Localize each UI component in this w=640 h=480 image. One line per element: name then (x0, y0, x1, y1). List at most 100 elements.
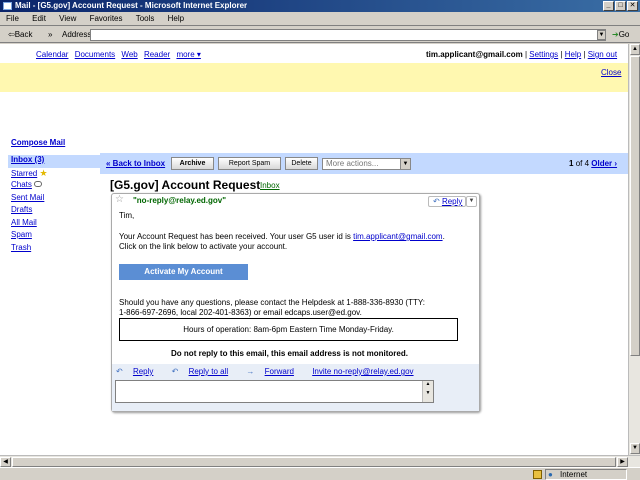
compose-mail-link[interactable]: Compose Mail (11, 138, 65, 147)
scroll-left-icon[interactable]: ◀ (0, 457, 11, 467)
scroll-down-icon[interactable]: ▼ (630, 443, 640, 454)
pager-total: of 4 (575, 159, 590, 168)
inbox-label-tag[interactable]: Inbox (260, 181, 280, 190)
sidebar-item-chats[interactable]: Chats (8, 180, 100, 193)
menu-view[interactable]: View (53, 12, 81, 23)
nav-calendar[interactable]: Calendar (36, 50, 68, 59)
quick-reply-scrollbar[interactable]: ▲ ▼ (422, 381, 433, 402)
quick-reply-textarea[interactable] (115, 380, 434, 403)
sidebar-item-trash[interactable]: Trash (8, 243, 100, 256)
maximize-button[interactable]: □ (615, 1, 626, 11)
lock-icon (533, 470, 542, 479)
reply-label: Reply (441, 197, 463, 206)
user-id-link[interactable]: tim.applicant@gmail.com (353, 232, 442, 241)
vertical-scroll-thumb[interactable] (630, 56, 640, 356)
menu-tools[interactable]: Tools (130, 12, 160, 23)
footer-reply[interactable]: ↶ Reply (116, 367, 161, 376)
chevron-down-icon: ▼ (468, 198, 475, 204)
archive-button[interactable]: Archive (171, 157, 214, 170)
invite-sender-link[interactable]: Invite no-reply@relay.ed.gov (312, 367, 413, 376)
reply-arrow-icon: ↶ (433, 197, 440, 206)
close-window-button[interactable]: ✕ (627, 1, 638, 11)
go-button[interactable]: ➔Go (612, 30, 629, 39)
reply-arrow-icon: ↶ (116, 367, 123, 376)
settings-link[interactable]: Settings (529, 50, 558, 59)
menu-favorites[interactable]: Favorites (84, 12, 128, 23)
ie-app-icon (3, 2, 12, 10)
menu-help[interactable]: Help (162, 12, 189, 23)
hours-of-operation: Hours of operation: 8am-6pm Eastern Time… (119, 318, 458, 341)
nav-more[interactable]: more ▾ (176, 50, 200, 59)
reply-options-dropdown[interactable]: ▼ (466, 196, 477, 207)
sidebar-item-label: Spam (11, 230, 32, 239)
reply-button[interactable]: ↶ Reply (428, 196, 466, 207)
sidebar: Inbox (3) Starred ★ Chats Sent Mail Draf… (8, 155, 100, 255)
browser-toolbar: ⇦Back » Address ▼ ➔Go (0, 27, 640, 43)
security-zone: ● Internet (545, 469, 627, 480)
sidebar-item-starred[interactable]: Starred ★ (8, 168, 100, 181)
separator: | (560, 50, 563, 59)
vertical-scrollbar[interactable]: ▲ ▼ (628, 44, 640, 455)
sidebar-item-label: Inbox (3) (11, 155, 45, 164)
footer-reply-all[interactable]: ↶ Reply to all (172, 367, 237, 376)
sidebar-item-label: Sent Mail (11, 192, 45, 202)
sidebar-item-label: All Mail (11, 217, 37, 227)
chat-bubble-icon (33, 181, 42, 187)
globe-icon: ● (548, 470, 553, 479)
sidebar-item-drafts[interactable]: Drafts (8, 205, 100, 218)
report-spam-button[interactable]: Report Spam (218, 157, 281, 170)
activate-account-button[interactable]: Activate My Account (119, 264, 248, 280)
minimize-button[interactable]: _ (603, 1, 614, 11)
scroll-up-icon: ▲ (425, 381, 431, 387)
reply-all-arrow-icon: ↶ (171, 367, 179, 376)
sidebar-item-label: Chats (11, 180, 32, 189)
sidebar-item-all-mail[interactable]: All Mail (8, 218, 100, 231)
pager-range: 1 (569, 159, 574, 168)
sidebar-item-sent[interactable]: Sent Mail (8, 193, 100, 206)
address-input[interactable] (90, 29, 606, 41)
nav-reader[interactable]: Reader (144, 50, 170, 59)
user-account-links: tim.applicant@gmail.com | Settings | Hel… (426, 50, 617, 59)
sidebar-item-label: Trash (11, 242, 32, 252)
address-dropdown-icon[interactable]: ▼ (597, 30, 606, 40)
delete-button[interactable]: Delete (285, 157, 318, 170)
separator: | (583, 50, 586, 59)
back-button[interactable]: ⇦Back (8, 30, 33, 39)
address-label: Address (62, 30, 92, 39)
sidebar-item-inbox[interactable]: Inbox (3) (8, 155, 100, 168)
horizontal-scroll-thumb[interactable] (12, 457, 616, 467)
sidebar-item-label: Drafts (11, 205, 33, 214)
horizontal-scrollbar[interactable]: ◀ ▶ (0, 455, 640, 467)
scroll-right-icon[interactable]: ▶ (617, 457, 628, 467)
menu-bar: File Edit View Favorites Tools Help (0, 12, 640, 26)
scroll-down-icon: ▼ (425, 390, 431, 396)
back-to-inbox-link[interactable]: « Back to Inbox (106, 159, 165, 168)
window-title: Mail - [G5.gov] Account Request - Micros… (15, 1, 248, 10)
star-outline-icon[interactable]: ☆ (115, 194, 124, 205)
menu-file[interactable]: File (0, 12, 24, 23)
older-link[interactable]: Older › (591, 159, 617, 168)
sender-name[interactable]: "no-reply@relay.ed.gov" (133, 196, 226, 205)
scroll-up-icon[interactable]: ▲ (630, 44, 640, 55)
more-actions-select[interactable]: More actions... ▼ (322, 158, 411, 170)
menu-edit[interactable]: Edit (26, 12, 51, 23)
zone-label: Internet (560, 470, 588, 479)
nav-documents[interactable]: Documents (75, 50, 115, 59)
body-line-1-end: . (442, 232, 445, 241)
nav-web[interactable]: Web (121, 50, 137, 59)
toolbar-chevron-icon[interactable]: » (48, 30, 52, 39)
top-nav: Calendar Documents Web Reader more ▾ (36, 50, 205, 59)
help-link[interactable]: Help (565, 50, 581, 59)
sidebar-item-spam[interactable]: Spam (8, 230, 100, 243)
user-email: tim.applicant@gmail.com (426, 50, 523, 59)
forward-arrow-icon: → (246, 367, 255, 376)
greeting: Tim, (119, 211, 135, 220)
close-notice-link[interactable]: Close (601, 68, 621, 77)
footer-forward-label: Forward (264, 367, 294, 376)
no-reply-notice: Do not reply to this email, this email a… (171, 349, 408, 358)
footer-reply-label: Reply (132, 367, 154, 376)
sign-out-link[interactable]: Sign out (588, 50, 617, 59)
footer-actions: ↶ Reply ↶ Reply to all → Forward Invite … (116, 367, 422, 376)
status-bar: ● Internet (0, 467, 640, 480)
footer-forward[interactable]: → Forward (246, 367, 302, 376)
